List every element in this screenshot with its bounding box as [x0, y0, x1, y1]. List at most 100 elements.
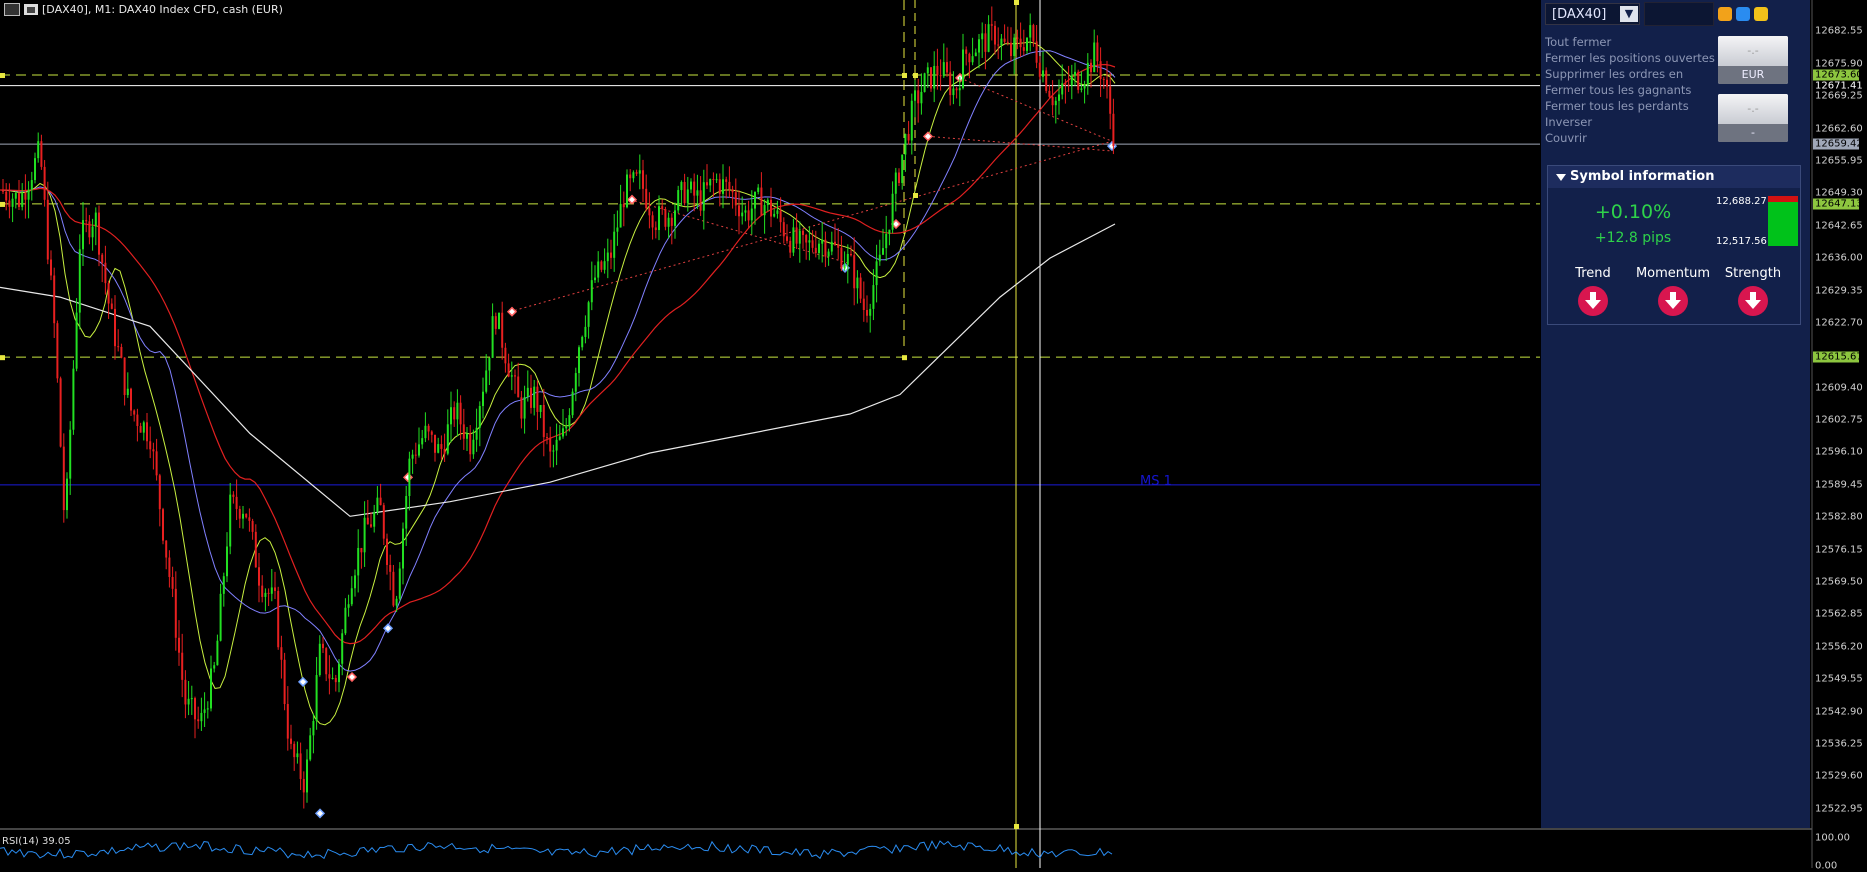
candle-body	[750, 208, 753, 221]
candle-body	[139, 426, 142, 433]
symbol-extra-field[interactable]	[1644, 2, 1714, 26]
candle-body	[482, 391, 484, 407]
candle-body	[398, 568, 401, 599]
candle-body	[715, 179, 718, 181]
candle-body	[366, 517, 369, 525]
candle-body	[126, 388, 129, 396]
price-tag: 12671.41	[1813, 80, 1863, 92]
candle-body	[488, 357, 491, 371]
candle-body	[165, 540, 168, 558]
candle-body	[136, 414, 139, 427]
candle-body	[917, 90, 920, 104]
candle-body	[747, 210, 750, 221]
candle-body	[606, 252, 609, 262]
candle-body	[110, 303, 113, 309]
candle-body	[296, 753, 299, 758]
candle-body	[846, 253, 849, 265]
menu-item-hedge[interactable]: Couvrir	[1545, 130, 1715, 146]
candle-body	[952, 88, 955, 96]
candle-body	[270, 587, 273, 594]
candle-body	[936, 65, 939, 76]
level-handle	[913, 193, 918, 198]
menu-item-close-losers[interactable]: Fermer tous les perdants	[1545, 98, 1715, 114]
candle-body	[395, 598, 398, 606]
copy-icon[interactable]	[1718, 7, 1732, 21]
candle-body	[392, 571, 395, 606]
symbol-info-header[interactable]: Symbol information	[1548, 166, 1800, 188]
menu-item-reverse[interactable]: Inverser	[1545, 114, 1715, 130]
candle-body	[146, 422, 148, 442]
candle-body	[75, 312, 78, 369]
arrow-down-icon	[1738, 286, 1768, 316]
candle-body	[1074, 71, 1076, 76]
candle-body	[667, 217, 670, 227]
settings-icon[interactable]	[1736, 7, 1750, 21]
chart-window-icon[interactable]	[24, 3, 38, 15]
signal-marker	[402, 472, 414, 483]
arrow-down-icon	[1658, 286, 1688, 316]
candle-body	[242, 513, 244, 519]
symbol-select[interactable]: [DAX40] ▼	[1545, 3, 1640, 25]
menu-item-close-all[interactable]: Tout fermer	[1545, 34, 1715, 50]
candle-body	[1035, 41, 1038, 63]
candle-body	[792, 227, 795, 253]
candle-body	[315, 675, 318, 721]
candle-body	[27, 189, 30, 200]
candle-body	[264, 592, 267, 597]
candle-body	[1019, 38, 1022, 48]
candle-body	[882, 248, 884, 255]
candle-body	[949, 72, 952, 96]
candle-body	[82, 220, 84, 250]
candle-body	[475, 427, 478, 440]
menu-item-close-winners[interactable]: Fermer tous les gagnants	[1545, 82, 1715, 98]
candle-body	[411, 454, 414, 459]
candle-body	[923, 73, 926, 92]
arrow-down-icon	[1578, 286, 1608, 316]
price-tick: 12602.75	[1815, 414, 1863, 426]
candle-body	[187, 698, 190, 705]
candle-body	[37, 141, 40, 159]
candle-body	[504, 347, 507, 364]
candle-body	[654, 227, 657, 231]
candle-body	[117, 346, 120, 348]
sell-currency: -	[1718, 124, 1788, 142]
candle-body	[546, 437, 548, 439]
candle-body	[363, 517, 366, 553]
price-tick: 12542.90	[1815, 706, 1863, 718]
sell-button[interactable]: -.- -	[1718, 94, 1788, 142]
candle-body	[920, 91, 923, 104]
candle-body	[203, 709, 206, 713]
candle-body	[453, 407, 456, 420]
signal-marker	[314, 808, 326, 819]
price-tick: 12556.20	[1815, 641, 1863, 653]
candle-body	[869, 308, 872, 316]
candle-body	[706, 182, 708, 186]
candle-body	[2, 189, 4, 192]
candle-body	[277, 590, 280, 648]
candle-body	[600, 261, 603, 270]
level-handle	[913, 73, 918, 79]
candle-body	[987, 24, 990, 52]
candle-body	[904, 133, 907, 155]
level-handle	[902, 73, 907, 79]
menu-item-delete-orders[interactable]: Supprimer les ordres en	[1545, 66, 1715, 82]
candle-body	[245, 513, 248, 518]
candle-body	[834, 241, 836, 245]
candle-body	[485, 370, 488, 392]
price-tick: 12655.95	[1815, 155, 1863, 167]
candle-body	[104, 262, 107, 284]
grid-icon[interactable]	[1754, 7, 1768, 21]
candle-body	[965, 49, 968, 54]
buy-button[interactable]: -.- EUR	[1718, 36, 1788, 84]
menu-item-close-open[interactable]: Fermer les positions ouvertes	[1545, 50, 1715, 66]
symbol-value: [DAX40]	[1552, 7, 1607, 22]
candle-body	[72, 368, 75, 430]
candle-body	[962, 49, 964, 89]
candle-body	[357, 547, 360, 576]
candle-body	[795, 227, 798, 244]
candle-body	[891, 193, 894, 230]
price-tick: 12629.35	[1815, 285, 1863, 297]
chevron-down-icon[interactable]: ▼	[1620, 6, 1638, 22]
candle-body	[693, 181, 696, 196]
chart-menu-icon[interactable]	[4, 2, 20, 16]
